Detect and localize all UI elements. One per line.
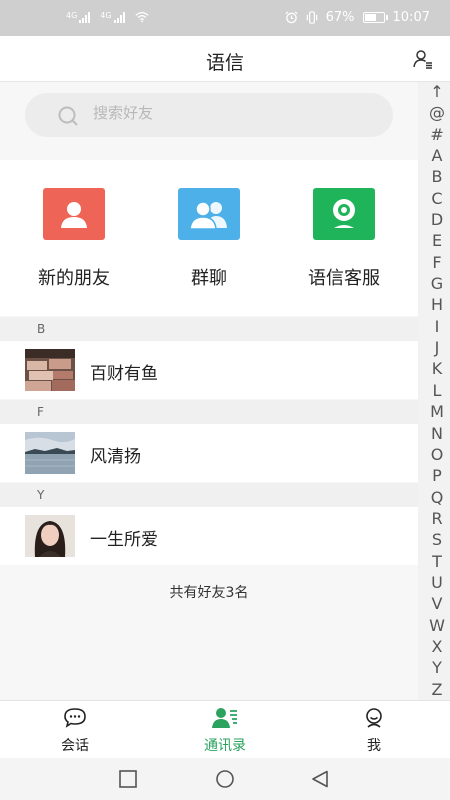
bottom-tab-bar: 会话 通讯录 我 bbox=[0, 700, 450, 758]
signal-sim2: 4G bbox=[100, 11, 125, 23]
index-letter[interactable]: S bbox=[432, 531, 442, 549]
signal-bars-icon bbox=[113, 11, 125, 23]
contacts-icon bbox=[212, 708, 237, 728]
index-letter[interactable]: Z bbox=[432, 680, 443, 699]
index-letter[interactable]: G bbox=[431, 275, 443, 293]
wifi-icon bbox=[135, 11, 149, 23]
group-chat-button[interactable]: 群聊 bbox=[139, 188, 279, 290]
index-letter[interactable]: K bbox=[432, 360, 443, 378]
status-left: 4G 4G bbox=[66, 11, 149, 23]
index-letter[interactable]: T bbox=[432, 552, 442, 571]
search-bar[interactable] bbox=[25, 93, 393, 137]
battery-icon bbox=[362, 12, 388, 23]
tab-label: 通讯录 bbox=[204, 738, 246, 754]
signal-sim1: 4G bbox=[66, 11, 91, 23]
status-bar: 4G 4G 67% 10:07 bbox=[0, 0, 450, 36]
tab-label: 会话 bbox=[61, 738, 89, 754]
recent-apps-icon[interactable] bbox=[119, 770, 137, 788]
contact-name: 一生所爱 bbox=[90, 530, 158, 550]
lake-landscape-photo bbox=[25, 432, 75, 474]
contact-name: 风清扬 bbox=[90, 447, 141, 467]
signal-bars-icon bbox=[79, 11, 91, 23]
contacts-page: 新的朋友 群聊 语信客服 bbox=[0, 82, 418, 700]
contact-name: 百财有鱼 bbox=[90, 364, 158, 384]
contact-row[interactable]: 风清扬 bbox=[0, 424, 418, 482]
tab-me[interactable]: 我 bbox=[329, 707, 419, 755]
index-letter[interactable]: R bbox=[431, 509, 442, 528]
friend-count: 共有好友3名 bbox=[169, 585, 249, 601]
battery-percent: 67% bbox=[325, 10, 355, 25]
tab-label: 我 bbox=[367, 738, 381, 754]
index-letter[interactable]: V bbox=[432, 595, 443, 613]
alphabet-index-bar[interactable]: ↑ @ # A B C D E F G H I J K L M N O P Q R S T U V W X Y Z bbox=[426, 83, 448, 699]
index-letter[interactable]: P bbox=[432, 467, 442, 485]
group-chat-icon bbox=[178, 188, 240, 240]
customer-service-icon bbox=[313, 188, 375, 240]
index-letter[interactable]: J bbox=[435, 339, 440, 357]
index-letter[interactable]: @ bbox=[429, 104, 445, 122]
index-letter[interactable]: N bbox=[431, 424, 443, 443]
search-input[interactable] bbox=[93, 104, 373, 122]
battery-fill bbox=[364, 14, 376, 21]
vibrate-icon bbox=[306, 11, 317, 24]
index-letter[interactable]: Y bbox=[432, 659, 442, 677]
customer-service-button[interactable]: 语信客服 bbox=[274, 188, 414, 290]
index-letter[interactable]: O bbox=[431, 445, 444, 464]
clock: 10:07 bbox=[392, 10, 430, 25]
new-friends-icon bbox=[43, 188, 105, 240]
tab-contacts[interactable]: 通讯录 bbox=[180, 707, 270, 755]
index-letter[interactable]: D bbox=[431, 211, 443, 229]
quick-actions: 新的朋友 群聊 语信客服 bbox=[0, 160, 418, 316]
title-bar: 语信 bbox=[0, 36, 450, 82]
search-icon bbox=[58, 106, 78, 126]
chat-bubble-icon bbox=[64, 708, 86, 728]
section-letter: B bbox=[37, 322, 46, 336]
status-right: 67% 10:07 bbox=[285, 10, 430, 25]
webcam-icon bbox=[333, 199, 355, 228]
avatar bbox=[25, 432, 75, 474]
index-letter[interactable]: B bbox=[432, 168, 443, 186]
index-letter[interactable]: U bbox=[431, 573, 443, 592]
customer-service-label: 语信客服 bbox=[308, 268, 380, 289]
group-chat-label: 群聊 bbox=[191, 268, 227, 289]
contact-row[interactable]: 百财有鱼 bbox=[0, 341, 418, 399]
avatar bbox=[25, 515, 75, 557]
index-letter[interactable]: E bbox=[432, 232, 442, 250]
back-icon[interactable] bbox=[311, 770, 329, 788]
me-icon bbox=[366, 708, 382, 728]
index-letter[interactable]: C bbox=[431, 189, 442, 208]
page-title: 语信 bbox=[205, 52, 244, 74]
alarm-icon bbox=[285, 11, 298, 24]
section-header-y: Y bbox=[0, 483, 418, 507]
index-letter[interactable]: I bbox=[435, 317, 440, 336]
new-friends-label: 新的朋友 bbox=[38, 268, 110, 289]
person-icon bbox=[61, 202, 87, 228]
index-letter[interactable]: L bbox=[433, 381, 442, 400]
contact-row[interactable]: 一生所爱 bbox=[0, 507, 418, 565]
index-letter[interactable]: F bbox=[432, 253, 441, 272]
index-letter[interactable]: ↑ bbox=[430, 83, 443, 101]
index-letter[interactable]: # bbox=[430, 125, 443, 144]
section-letter: F bbox=[37, 405, 44, 419]
index-letter[interactable]: W bbox=[429, 616, 445, 635]
person-list-icon[interactable] bbox=[412, 48, 434, 70]
section-letter: Y bbox=[37, 488, 45, 502]
avatar bbox=[25, 349, 75, 391]
index-letter[interactable]: X bbox=[432, 637, 443, 656]
tab-conversations[interactable]: 会话 bbox=[30, 707, 120, 755]
sim2-network-label: 4G bbox=[100, 11, 112, 20]
index-letter[interactable]: Q bbox=[431, 488, 444, 507]
new-friends-button[interactable]: 新的朋友 bbox=[4, 188, 144, 290]
index-letter[interactable]: H bbox=[431, 296, 443, 314]
home-icon[interactable] bbox=[214, 770, 236, 788]
index-letter[interactable]: A bbox=[432, 147, 443, 165]
portrait-photo bbox=[25, 515, 75, 557]
system-navigation-bar bbox=[0, 758, 450, 800]
group-icon bbox=[189, 201, 227, 230]
section-header-b: B bbox=[0, 317, 418, 341]
index-letter[interactable]: M bbox=[430, 403, 444, 421]
section-header-f: F bbox=[0, 400, 418, 424]
money-photo bbox=[25, 349, 75, 391]
sim1-network-label: 4G bbox=[66, 11, 78, 20]
